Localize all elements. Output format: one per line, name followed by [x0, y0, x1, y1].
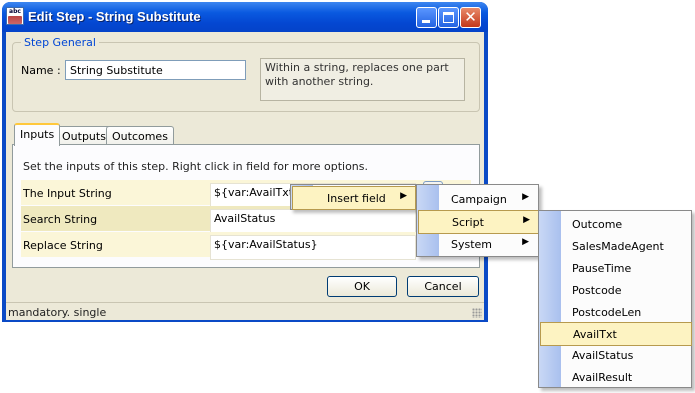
tab-outcomes[interactable]: Outcomes	[106, 126, 174, 145]
minimize-button[interactable]	[416, 7, 437, 28]
menu-item-label: Insert field	[327, 192, 386, 205]
script-submenu: Outcome SalesMadeAgent PauseTime Postcod…	[538, 210, 692, 388]
resize-grip-icon[interactable]	[472, 308, 482, 318]
menu-item-label: Outcome	[572, 218, 623, 231]
menu-item-insert-field[interactable]: Insert field ▶	[292, 186, 416, 210]
input-string-label: The Input String	[23, 187, 112, 200]
step-general-group: Step General Name : Within a string, rep…	[12, 36, 480, 112]
menu-item-availstatus[interactable]: AvailStatus	[540, 344, 690, 366]
submenu-arrow-icon: ▶	[522, 192, 529, 202]
insert-field-submenu: Campaign ▶ Script ▶ System ▶	[416, 184, 539, 257]
status-text: mandatory. single	[8, 306, 107, 319]
menu-item-label: Campaign	[451, 193, 507, 206]
replace-string-field[interactable]: ${var:AvailStatus}	[210, 235, 416, 260]
step-description: Within a string, replaces one part with …	[260, 58, 465, 101]
name-input[interactable]	[65, 60, 246, 80]
edit-step-window: abc Edit Step - String Substitute ✕ Step…	[2, 2, 488, 322]
inputs-hint: Set the inputs of this step. Right click…	[23, 160, 369, 173]
menu-item-label: AvailTxt	[573, 328, 617, 341]
dialog-client-area: Step General Name : Within a string, rep…	[6, 32, 484, 320]
replace-string-label: Replace String	[23, 239, 103, 252]
step-general-legend: Step General	[21, 36, 99, 49]
menu-item-availtxt[interactable]: AvailTxt	[540, 322, 692, 346]
menu-item-label: PostcodeLen	[572, 306, 642, 319]
window-title: Edit Step - String Substitute	[28, 9, 201, 24]
maximize-button[interactable]	[438, 7, 459, 28]
menu-item-label: AvailResult	[572, 371, 633, 384]
submenu-arrow-icon: ▶	[522, 237, 529, 247]
menu-item-label: System	[451, 238, 493, 251]
name-label: Name :	[21, 64, 61, 77]
tab-inputs[interactable]: Inputs	[14, 123, 61, 146]
menu-item-label: Script	[452, 216, 484, 229]
input-row-replace-string: Replace String ${var:AvailStatus}	[21, 232, 471, 260]
close-button[interactable]: ✕	[460, 7, 481, 28]
maximize-icon	[443, 12, 454, 23]
status-bar: mandatory. single	[6, 302, 484, 320]
minimize-icon	[422, 20, 430, 23]
ok-button[interactable]: OK	[327, 276, 397, 297]
menu-item-pausetime[interactable]: PauseTime	[540, 257, 690, 279]
menu-item-script[interactable]: Script ▶	[418, 210, 539, 234]
menu-item-label: SalesMadeAgent	[572, 240, 664, 253]
submenu-arrow-icon: ▶	[523, 215, 530, 225]
menu-item-postcodelen[interactable]: PostcodeLen	[540, 301, 690, 323]
submenu-arrow-icon: ▶	[400, 191, 407, 201]
menu-item-system[interactable]: System ▶	[418, 233, 537, 255]
string-substitute-app-icon[interactable]: abc	[6, 7, 24, 25]
menu-item-label: Postcode	[572, 284, 622, 297]
tab-outputs[interactable]: Outputs	[56, 126, 112, 145]
menu-item-label: AvailStatus	[572, 349, 634, 362]
menu-item-availresult[interactable]: AvailResult	[540, 366, 690, 388]
menu-item-outcome[interactable]: Outcome	[540, 213, 690, 235]
title-bar[interactable]: abc Edit Step - String Substitute ✕	[2, 2, 488, 32]
menu-item-postcode[interactable]: Postcode	[540, 279, 690, 301]
menu-item-salesmadeagent[interactable]: SalesMadeAgent	[540, 235, 690, 257]
menu-item-campaign[interactable]: Campaign ▶	[418, 188, 537, 210]
search-string-label: Search String	[23, 213, 98, 226]
cancel-button[interactable]: Cancel	[407, 276, 479, 297]
context-menu: Insert field ▶	[290, 184, 416, 210]
close-icon: ✕	[464, 8, 477, 26]
menu-item-label: PauseTime	[572, 262, 632, 275]
search-string-field[interactable]: AvailStatus	[210, 209, 416, 234]
